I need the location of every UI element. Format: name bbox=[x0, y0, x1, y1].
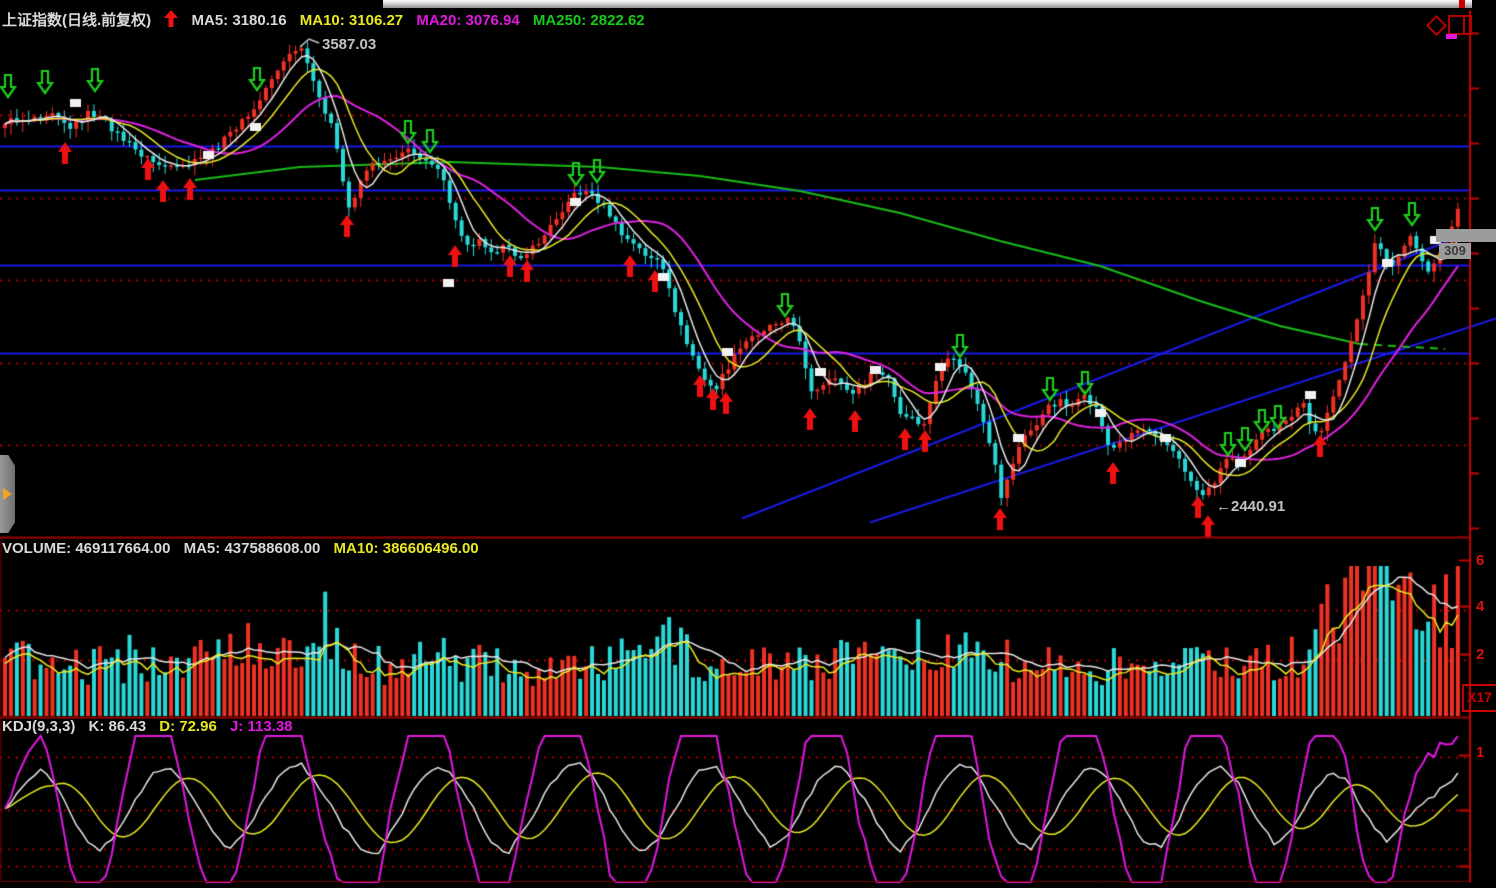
expand-triangle-icon bbox=[3, 488, 12, 500]
volume-value-label: VOLUME: 469117664.00 bbox=[2, 540, 170, 557]
volume-axis-label-2: 2 bbox=[1476, 646, 1484, 663]
volume-multiplier-badge: X17 bbox=[1462, 684, 1496, 712]
kdj-indicator-label: KDJ(9,3,3) bbox=[2, 718, 75, 735]
window-pane-divider bbox=[1463, 17, 1465, 33]
ma10-value-label: MA10: 3106.27 bbox=[300, 12, 403, 29]
up-arrow-icon bbox=[164, 10, 178, 31]
ma5-value-label: MA5: 3180.16 bbox=[192, 12, 287, 29]
current-price-bar bbox=[1436, 229, 1496, 242]
window-top-edge bbox=[383, 0, 1472, 8]
symbol-label: 上证指数(日线.前复权) bbox=[2, 12, 151, 29]
volume-axis-label-4: 4 bbox=[1476, 598, 1484, 615]
title-bar: 上证指数(日线.前复权) MA5: 3180.16 MA10: 3106.27 … bbox=[2, 9, 654, 31]
kdj-region[interactable] bbox=[0, 718, 1470, 881]
ma20-value-label: MA20: 3076.94 bbox=[416, 12, 519, 29]
window-panes-icon[interactable] bbox=[1448, 15, 1472, 35]
volume-axis-label-6: 6 bbox=[1476, 552, 1484, 569]
window-top-edge-mark bbox=[1459, 0, 1465, 8]
high-price-annotation: 3587.03 bbox=[322, 36, 376, 53]
volume-ma5-label: MA5: 437588608.00 bbox=[184, 540, 321, 557]
volume-region[interactable] bbox=[0, 538, 1470, 716]
kdj-axis-label-100: 1 bbox=[1476, 744, 1484, 761]
volume-header: VOLUME: 469117664.00 MA5: 437588608.00 M… bbox=[2, 540, 488, 557]
kdj-j-label: J: 113.38 bbox=[230, 718, 293, 735]
low-price-annotation: ←2440.91 bbox=[1216, 498, 1285, 515]
ma250-value-label: MA250: 2822.62 bbox=[533, 12, 645, 29]
sidebar-expand-tab[interactable] bbox=[0, 455, 15, 533]
magenta-marker-icon bbox=[1446, 34, 1457, 39]
current-price-tag: 309 bbox=[1439, 243, 1471, 259]
main-chart-region[interactable] bbox=[0, 28, 1470, 536]
kdj-header: KDJ(9,3,3) K: 86.43 D: 72.96 J: 113.38 bbox=[2, 718, 302, 735]
trading-app-window: 上证指数(日线.前复权) MA5: 3180.16 MA10: 3106.27 … bbox=[0, 0, 1496, 888]
kdj-d-label: D: 72.96 bbox=[159, 718, 217, 735]
kdj-k-label: K: 86.43 bbox=[89, 718, 147, 735]
volume-ma10-label: MA10: 386606496.00 bbox=[334, 540, 479, 557]
